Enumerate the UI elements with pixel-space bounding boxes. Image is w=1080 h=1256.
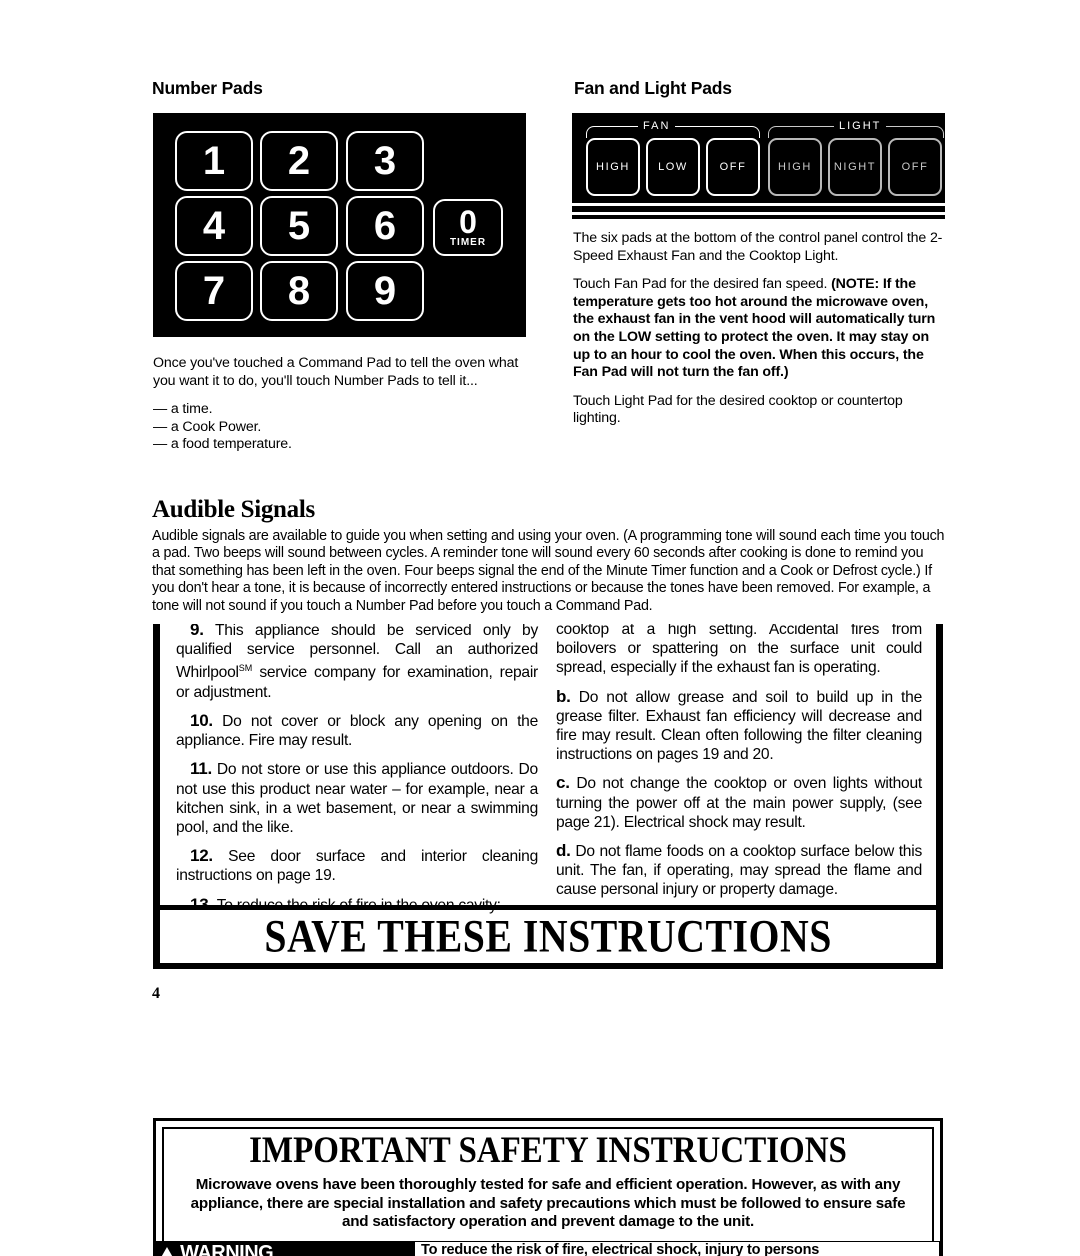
service-mark-icon: SM [238,663,253,674]
safety-item-9-number: 9. [190,624,204,639]
number-pads-bullet-time: — a time. [153,401,213,418]
number-key-label: 8 [287,269,311,313]
fan-group-label: FAN [638,120,676,132]
safety-item-c-text: Do not change the cooktop or oven lights… [556,775,922,831]
important-safety-instructions-box: IMPORTANT SAFETY INSTRUCTIONS Microwave … [153,1118,943,1256]
important-safety-instructions-inner-frame: IMPORTANT SAFETY INSTRUCTIONS Microwave … [162,1127,934,1253]
save-these-instructions-banner: SAVE THESE INSTRUCTIONS [160,905,936,963]
fan-light-intro-text: The six pads at the bottom of the contro… [573,230,943,264]
light-pad-off-label: OFF [901,161,929,173]
fan-and-light-pads-heading: Fan and Light Pads [574,78,732,98]
safety-item-d-number: d. [556,841,571,861]
important-safety-instructions-paragraph: Microwave ovens have been thoroughly tes… [190,1176,906,1230]
light-pad-off[interactable]: OFF [888,138,942,196]
number-key-label: 1 [202,139,226,183]
safety-item-a-continued: cooktop at a high setting. Accidental fi… [556,624,922,678]
number-key-6[interactable]: 6 [346,196,424,256]
safety-item-12-text: See door surface and interior cleaning i… [176,848,538,885]
warning-label-group: WARNING [159,1242,274,1256]
safety-item-12-number: 12. [190,846,213,866]
safety-instructions-columns: 9. This appliance should be serviced onl… [160,624,936,914]
number-key-label: 0 [459,204,477,240]
fan-pad-low-label: LOW [658,161,688,173]
warning-strip: WARNING To reduce the risk of fire, elec… [153,1241,943,1256]
number-key-3[interactable]: 3 [346,131,424,191]
light-group-label: LIGHT [834,120,887,132]
light-pad-instruction: Touch Light Pad for the desired cooktop … [573,392,903,427]
light-pad-high-label: HIGH [778,161,812,173]
panel-divider-rule-2 [572,212,945,215]
page-number: 4 [152,985,160,1002]
safety-item-10-text: Do not cover or block any opening on the… [176,713,538,750]
fan-and-light-caption: The six pads at the bottom of the contro… [573,230,945,428]
safety-item-10-number: 10. [190,711,213,730]
number-pads-bullet-foodtemp: — a food temperature. [153,436,292,453]
save-these-instructions-text: SAVE THESE INSTRUCTIONS [264,911,832,962]
light-pad-high[interactable]: HIGH [768,138,822,196]
fan-pad-high-label: HIGH [596,161,630,173]
safety-item-11: 11. Do not store or use this appliance o… [176,759,538,837]
number-key-label: 3 [373,139,397,183]
light-pad-night[interactable]: NIGHT [828,138,882,196]
fan-pad-instruction-lead: Touch Fan Pad for the desired fan speed. [573,276,832,293]
safety-item-d-text: Do not flame foods on a cooktop surface … [556,843,922,899]
warning-label-text: WARNING [180,1242,274,1256]
number-key-4[interactable]: 4 [175,196,253,256]
safety-instructions-overlay-panel: 9. This appliance should be serviced onl… [153,624,943,969]
safety-column-right: cooktop at a high setting. Accidental fi… [548,624,936,906]
number-key-5[interactable]: 5 [260,196,338,256]
safety-item-d: d. Do not flame foods on a cooktop surfa… [556,841,922,900]
safety-item-c-number: c. [556,773,570,793]
fan-pad-off[interactable]: OFF [706,138,760,196]
fan-light-control-panel-image: FAN HIGH LOW OFF LIGHT HIGH NIGHT OFF [572,113,945,219]
number-key-0-timer[interactable]: 0 TIMER [433,199,503,256]
timer-sublabel: TIMER [449,237,487,248]
audible-signals-heading: Audible Signals [152,496,315,523]
safety-item-11-number: 11. [190,759,212,779]
fan-pad-high[interactable]: HIGH [586,138,640,196]
manual-page: Number Pads 1 2 3 4 5 6 0 TIMER 7 8 9 On… [0,0,1080,1256]
panel-divider-rule-1 [572,203,945,206]
number-key-label: 2 [287,139,311,183]
number-key-label: 5 [287,204,311,248]
fan-pad-off-label: OFF [719,161,747,173]
number-key-7[interactable]: 7 [175,261,253,321]
number-pads-caption: Once you've touched a Command Pad to tel… [153,355,525,454]
number-key-label: 7 [202,269,226,313]
light-pad-night-label: NIGHT [833,161,877,173]
fan-pad-instruction: Touch Fan Pad for the desired fan speed.… [573,276,945,382]
safety-column-left: 9. This appliance should be serviced onl… [160,624,548,914]
number-key-9[interactable]: 9 [346,261,424,321]
number-key-label: 6 [373,204,397,248]
fan-pad-low[interactable]: LOW [646,138,700,196]
safety-item-10: 10. Do not cover or block any opening on… [176,711,538,750]
safety-item-9: 9. This appliance should be serviced onl… [176,624,538,702]
safety-item-b: b. Do not allow grease and soil to build… [556,687,922,765]
safety-item-11-text: Do not store or use this appliance outdo… [176,761,538,837]
safety-item-b-number: b. [556,686,571,706]
safety-item-c: c. Do not change the cooktop or oven lig… [556,773,922,832]
number-key-2[interactable]: 2 [260,131,338,191]
number-pad-panel-image: 1 2 3 4 5 6 0 TIMER 7 8 9 [153,113,526,337]
warning-triangle-icon [159,1247,175,1256]
number-key-label: 9 [373,269,397,313]
number-key-1[interactable]: 1 [175,131,253,191]
important-safety-instructions-title: IMPORTANT SAFETY INSTRUCTIONS [249,1130,847,1172]
safety-item-12: 12. See door surface and interior cleani… [176,846,538,885]
safety-item-b-text: Do not allow grease and soil to build up… [556,688,922,764]
safety-item-a-text: cooktop at a high setting. Accidental fi… [556,624,922,677]
audible-signals-body: Audible signals are available to guide y… [152,528,945,614]
number-pads-bullet-cookpower: — a Cook Power. [153,418,262,435]
number-key-label: 4 [202,204,226,248]
warning-description-text: To reduce the risk of fire, electrical s… [415,1242,939,1256]
number-key-8[interactable]: 8 [260,261,338,321]
number-pads-intro-text: Once you've touched a Command Pad to tel… [153,355,519,389]
number-pads-heading: Number Pads [152,78,263,98]
